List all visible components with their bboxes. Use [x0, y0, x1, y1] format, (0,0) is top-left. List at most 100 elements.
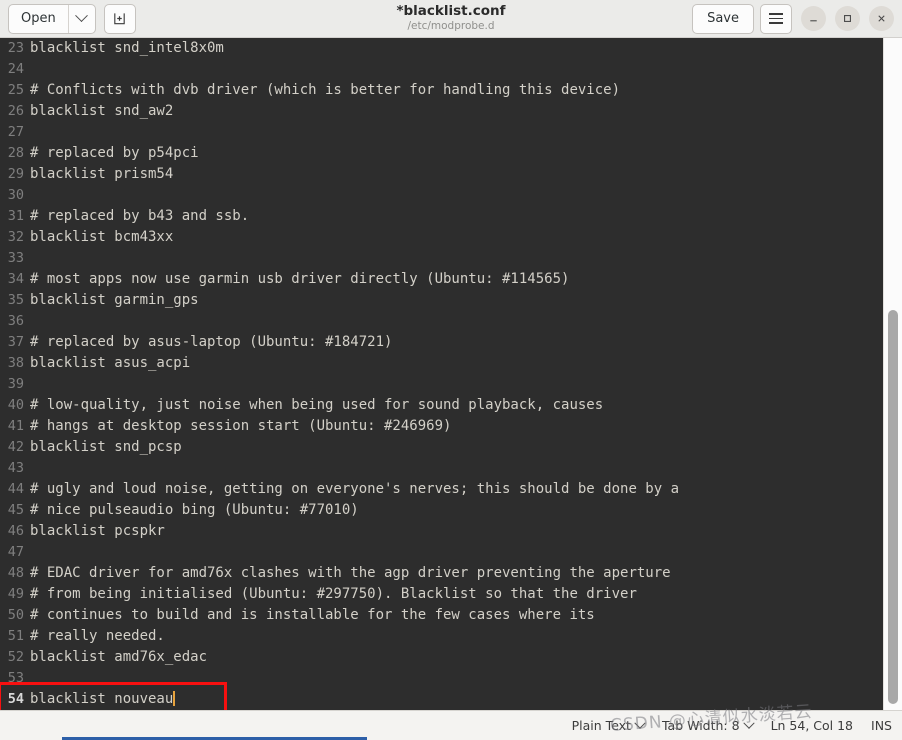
line-text: # Conflicts with dvb driver (which is be…	[30, 82, 621, 98]
save-button-label: Save	[707, 11, 739, 26]
text-editor-surface[interactable]: 23 blacklist snd_intel8x0m 24 25 # Conflicts…	[0, 38, 883, 710]
minimize-icon	[810, 20, 817, 22]
line-text: # really needed.	[30, 628, 165, 644]
cursor-position-label: Ln 54, Col 18	[770, 718, 854, 733]
open-button-label: Open	[21, 11, 56, 26]
line-number: 52	[7, 649, 24, 665]
language-selector[interactable]: Plain Text	[571, 717, 646, 733]
hamburger-menu-icon-line	[769, 22, 783, 24]
code-line[interactable]: 30	[0, 187, 883, 208]
line-number: 45	[7, 502, 24, 518]
code-line[interactable]: 52 blacklist amd76x_edac	[0, 649, 883, 670]
vertical-scrollbar-thumb[interactable]	[888, 310, 898, 704]
code-line[interactable]: 48 # EDAC driver for amd76x clashes with …	[0, 565, 883, 586]
line-number: 54	[7, 691, 24, 707]
line-text: # hangs at desktop session start (Ubuntu…	[30, 418, 452, 434]
cursor-position: Ln 54, Col 18	[771, 718, 853, 733]
code-line[interactable]: 49 # from being initialised (Ubuntu: #297…	[0, 586, 883, 607]
code-line[interactable]: 43	[0, 460, 883, 481]
editor-area: 23 blacklist snd_intel8x0m 24 25 # Conflicts…	[0, 38, 902, 710]
vertical-scrollbar[interactable]	[883, 38, 902, 710]
code-line[interactable]: 36	[0, 313, 883, 334]
maximize-button[interactable]	[835, 6, 860, 31]
new-document-icon	[114, 13, 125, 25]
line-number: 29	[7, 166, 24, 182]
chevron-down-icon	[742, 717, 755, 729]
code-line[interactable]: 47	[0, 544, 883, 565]
line-text: blacklist nouveau	[30, 691, 176, 707]
line-number: 46	[7, 523, 24, 539]
code-line[interactable]: 29 blacklist prism54	[0, 166, 883, 187]
titlebar: Open *blacklist.conf /etc/modprobe.d Sav	[0, 0, 902, 38]
hamburger-menu-icon-line	[769, 13, 783, 15]
code-line[interactable]: 32 blacklist bcm43xx	[0, 229, 883, 250]
tab-width-selector[interactable]: Tab Width: 8	[661, 717, 755, 733]
close-button[interactable]	[869, 6, 894, 31]
line-number: 41	[7, 418, 24, 434]
line-text: blacklist bcm43xx	[30, 229, 174, 245]
line-number: 34	[7, 271, 24, 287]
code-line[interactable]: 28 # replaced by p54pci	[0, 145, 883, 166]
line-number: 31	[7, 208, 24, 224]
line-text: # ugly and loud noise, getting on everyo…	[30, 481, 680, 497]
open-button[interactable]: Open	[9, 5, 68, 33]
line-number: 30	[7, 187, 24, 203]
line-number: 39	[7, 376, 24, 392]
line-number: 44	[7, 481, 24, 497]
save-button[interactable]: Save	[692, 3, 754, 34]
code-line[interactable]: 51 # really needed.	[0, 628, 883, 649]
code-line[interactable]: 25 # Conflicts with dvb driver (which is …	[0, 82, 883, 103]
line-number: 33	[7, 250, 24, 266]
code-line[interactable]: 26 blacklist snd_aw2	[0, 103, 883, 124]
text-editor-window: Open *blacklist.conf /etc/modprobe.d Sav	[0, 0, 902, 740]
new-document-button[interactable]	[103, 3, 136, 34]
open-dropdown-button[interactable]	[69, 5, 95, 33]
code-line[interactable]: 24	[0, 61, 883, 82]
line-number: 28	[7, 145, 24, 161]
code-line[interactable]: 45 # nice pulseaudio bing (Ubuntu: #77010…	[0, 502, 883, 523]
line-number: 32	[7, 229, 24, 245]
line-number: 50	[7, 607, 24, 623]
code-line[interactable]: 54 blacklist nouveau	[0, 691, 883, 710]
document-path: /etc/modprobe.d	[407, 19, 495, 32]
code-line[interactable]: 37 # replaced by asus-laptop (Ubuntu: #18…	[0, 334, 883, 355]
code-line[interactable]: 40 # low-quality, just noise when being u…	[0, 397, 883, 418]
statusbar: Plain Text Tab Width: 8 Ln 54, Col 18 IN…	[0, 710, 902, 740]
language-label: Plain Text	[571, 718, 631, 733]
code-line[interactable]: 53	[0, 670, 883, 691]
line-text: # replaced by b43 and ssb.	[30, 208, 250, 224]
code-line[interactable]: 35 blacklist garmin_gps	[0, 292, 883, 313]
line-number: 40	[7, 397, 24, 413]
line-text: blacklist asus_acpi	[30, 355, 191, 371]
hamburger-menu-icon-line	[769, 17, 783, 20]
line-number: 38	[7, 355, 24, 371]
line-number: 42	[7, 439, 24, 455]
code-line[interactable]: 23 blacklist snd_intel8x0m	[0, 40, 883, 61]
open-button-group[interactable]: Open	[8, 3, 96, 34]
minimize-button[interactable]	[801, 6, 826, 31]
code-line[interactable]: 27	[0, 124, 883, 145]
code-line[interactable]: 50 # continues to build and is installabl…	[0, 607, 883, 628]
code-line[interactable]: 41 # hangs at desktop session start (Ubun…	[0, 418, 883, 439]
code-line[interactable]: 38 blacklist asus_acpi	[0, 355, 883, 376]
line-text: blacklist amd76x_edac	[30, 649, 208, 665]
code-line[interactable]: 42 blacklist snd_pcsp	[0, 439, 883, 460]
maximize-icon	[844, 15, 851, 22]
code-line[interactable]: 44 # ugly and loud noise, getting on ever…	[0, 481, 883, 502]
line-text: # from being initialised (Ubuntu: #29775…	[30, 586, 637, 602]
line-text: blacklist snd_intel8x0m	[30, 40, 224, 56]
document-title: *blacklist.conf	[396, 2, 506, 19]
line-number: 47	[7, 544, 24, 560]
code-line[interactable]: 33	[0, 250, 883, 271]
insert-mode-label: INS	[871, 718, 892, 733]
line-number: 35	[7, 292, 24, 308]
hamburger-menu-button[interactable]	[760, 3, 792, 34]
line-number: 49	[7, 586, 24, 602]
code-line[interactable]: 46 blacklist pcspkr	[0, 523, 883, 544]
code-line[interactable]: 39	[0, 376, 883, 397]
code-line[interactable]: 34 # most apps now use garmin usb driver …	[0, 271, 883, 292]
tab-width-label: Tab Width: 8	[661, 718, 740, 733]
code-line[interactable]: 31 # replaced by b43 and ssb.	[0, 208, 883, 229]
titlebar-left-controls: Open	[8, 3, 136, 34]
titlebar-right-controls: Save	[692, 3, 894, 34]
